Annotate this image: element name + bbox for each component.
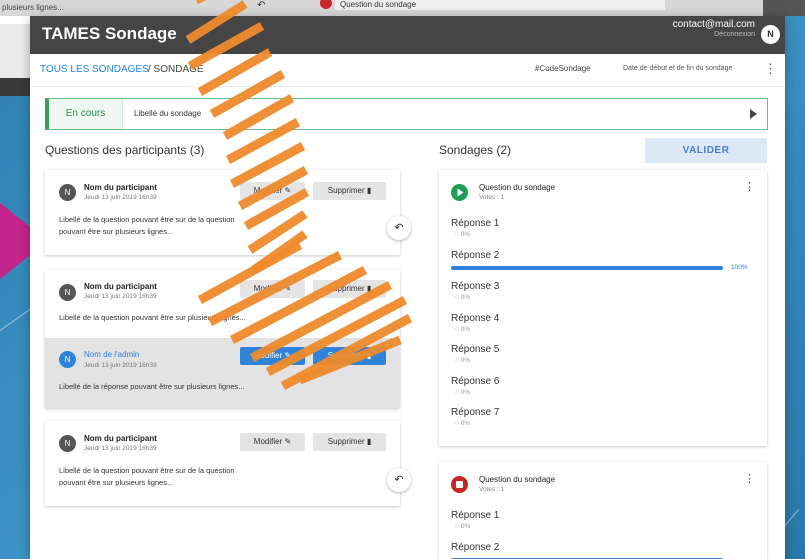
poll-response-percent: ○ 0% — [455, 523, 471, 530]
question-text: pouvant être sur plusieurs lignes... — [59, 478, 174, 487]
user-email: contact@mail.com — [672, 19, 755, 30]
status-chip: En cours — [49, 99, 123, 129]
logout-link[interactable]: Déconnexion — [714, 31, 755, 38]
polls-heading: Sondages (2) — [439, 143, 512, 157]
poll-response-bar — [451, 265, 723, 270]
question-card: N Nom du participant Jeudi 13 juin 2019 … — [45, 170, 400, 255]
modify-button[interactable]: Modifier ✎ — [240, 433, 305, 451]
poll-card: Question du sondage Votes : 1 ⋮ Réponse … — [439, 170, 767, 446]
background-snippet: plusieurs lignes... — [2, 3, 64, 12]
poll-response-percent: ○ 0% — [455, 420, 471, 427]
participant-avatar: N — [59, 184, 76, 201]
participant-name: Nom du participant — [84, 282, 157, 291]
poll-response-percent: ○ 0% — [455, 325, 471, 333]
poll-response-label: Réponse 2 — [451, 541, 500, 553]
question-card: N Nom du participant Jeudi 13 juin 2019 … — [45, 270, 400, 408]
poll-response-percent: ○ 0% — [455, 294, 471, 301]
poll-card: Question du sondage Votes : 1 ⋮ Réponse … — [439, 462, 767, 559]
questions-heading: Questions des participants (3) — [45, 143, 205, 157]
question-text: Libellé de la question pouvant être sur … — [59, 215, 235, 224]
poll-response-label: Réponse 2 — [451, 249, 500, 261]
participant-name: Nom du participant — [84, 183, 157, 192]
stop-poll-icon[interactable] — [451, 476, 468, 493]
delete-button[interactable]: Supprimer ▮ — [313, 280, 386, 298]
poll-response-label: Réponse 4 — [451, 312, 500, 324]
poll-response-label: Réponse 6 — [451, 375, 500, 387]
poll-code: #CodeSondage — [535, 64, 591, 73]
validate-button[interactable]: VALIDER — [645, 138, 767, 163]
participant-avatar: N — [59, 284, 76, 301]
poll-question-title: Question du sondage — [479, 183, 556, 192]
admin-date: Jeudi 13 juin 2019 16h39 — [84, 362, 157, 369]
poll-response-label: Réponse 7 — [451, 407, 500, 418]
poll-response-label: Réponse 3 — [451, 281, 500, 292]
delete-button[interactable]: Supprimer ▮ — [313, 182, 386, 200]
question-date: Jeudi 13 juin 2019 16h39 — [84, 194, 157, 201]
play-poll-icon[interactable] — [451, 184, 468, 201]
question-text: Libellé de la question pouvant être sur … — [59, 466, 235, 475]
breadcrumb-all-polls-link[interactable]: TOUS LES SONDAGES — [40, 64, 149, 75]
admin-name: Nom de l'admin — [84, 350, 140, 359]
question-date: Jeudi 13 juin 2019 16h39 — [84, 293, 157, 300]
background-stop-icon — [320, 0, 332, 9]
background-right-panel — [763, 0, 805, 16]
play-icon[interactable] — [750, 109, 757, 119]
app-window: TAMES Sondage contact@mail.com Déconnexi… — [30, 16, 785, 559]
breadcrumb-bar: TOUS LES SONDAGES / SONDAGE #CodeSondage… — [30, 54, 785, 87]
question-date: Jeudi 13 juin 2019 16h39 — [84, 445, 157, 452]
top-bar: TAMES Sondage contact@mail.com Déconnexi… — [30, 16, 785, 54]
admin-reply: N Nom de l'admin Jeudi 13 juin 2019 16h3… — [45, 338, 400, 408]
modify-button[interactable]: Modifier ✎ — [240, 280, 305, 298]
background-reply-icon: ↶ — [257, 0, 266, 11]
question-text: pouvant être sur plusieurs lignes... — [59, 227, 174, 236]
admin-delete-button[interactable]: Supprimer ▮ — [313, 347, 386, 365]
question-text: Libellé de la question pouvant être sur … — [59, 313, 246, 322]
admin-reply-text: Libellé de la réponse pouvant être sur p… — [59, 382, 245, 391]
poll-response-percent: ○ 0% — [455, 388, 471, 396]
background-question-label: Question du sondage — [340, 0, 417, 9]
background-left-panel — [0, 16, 30, 96]
participant-avatar: N — [59, 435, 76, 452]
poll-response-percent: ○ 0% — [455, 231, 471, 238]
poll-response-percent: 100% — [731, 263, 748, 271]
poll-response-label: Réponse 1 — [451, 510, 500, 521]
user-avatar[interactable]: N — [761, 25, 780, 44]
poll-status-bar: En cours Libellé du sondage — [45, 98, 768, 130]
admin-modify-button[interactable]: Modifier ✎ — [240, 347, 305, 365]
modify-button[interactable]: Modifier ✎ — [240, 182, 305, 200]
poll-response-label: Réponse 1 — [451, 218, 500, 229]
background-left-white — [0, 16, 30, 24]
reply-icon[interactable]: ↶ — [387, 216, 411, 240]
poll-menu-icon[interactable]: ⋮ — [744, 180, 755, 193]
delete-button[interactable]: Supprimer ▮ — [313, 433, 386, 451]
admin-avatar: N — [59, 351, 76, 368]
poll-menu-icon[interactable]: ⋮ — [744, 472, 755, 485]
poll-response-percent: ○ 0% — [455, 357, 471, 364]
poll-votes: Votes : 1 — [479, 194, 505, 201]
background-strip: plusieurs lignes... ↶ Question du sondag… — [0, 0, 805, 16]
breadcrumb-current: / SONDAGE — [148, 64, 204, 75]
poll-label: Libellé du sondage — [134, 109, 202, 118]
participant-name: Nom du participant — [84, 434, 157, 443]
question-card: N Nom du participant Jeudi 13 juin 2019 … — [45, 421, 400, 506]
poll-dates: Date de début et de fin du sondage — [623, 65, 733, 72]
poll-response-label: Réponse 5 — [451, 344, 500, 355]
breadcrumb-menu-icon[interactable]: ⋮ — [764, 61, 777, 77]
poll-question-title: Question du sondage — [479, 475, 556, 484]
poll-votes: Votes : 1 — [479, 486, 505, 493]
reply-icon[interactable]: ↶ — [387, 468, 411, 492]
app-title: TAMES Sondage — [42, 24, 177, 43]
